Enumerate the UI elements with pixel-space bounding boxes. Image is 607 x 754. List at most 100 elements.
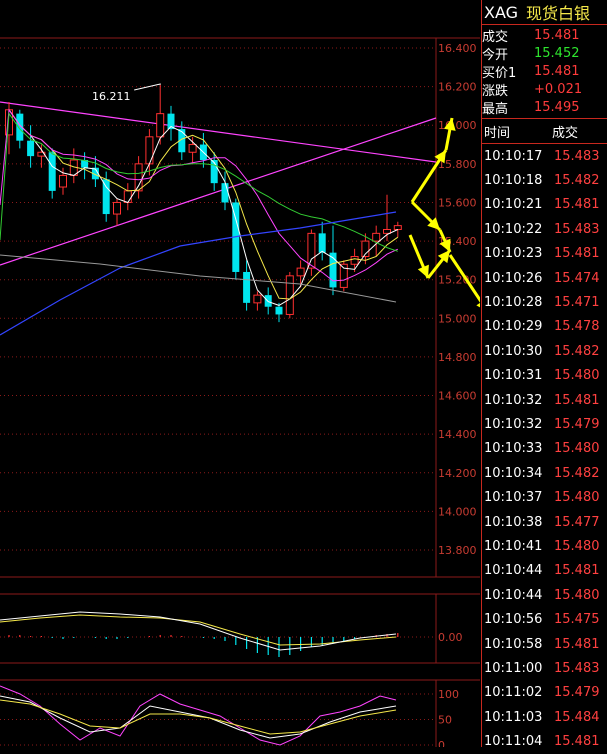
price-axis-label: 16.000 — [438, 119, 477, 132]
tick-row: 10:10:37 15.480 — [482, 485, 607, 509]
kdj-axis-label: 100 — [438, 688, 459, 701]
candle-body-up — [59, 174, 67, 188]
tick-price: 15.482 — [554, 343, 600, 359]
ma-line-gray — [0, 254, 397, 303]
tick-price: 15.478 — [554, 319, 600, 335]
quote-side-panel: XAG 现货白银 成交 15.481 今开 15.452 买价1 15.481 涨跌 +0.0… — [481, 0, 607, 749]
kdj-axis-label: 0 — [438, 739, 445, 747]
tick-row: 10:11:04 15.481 — [482, 729, 607, 753]
quote-label: 成交 — [482, 29, 509, 45]
tick-price: 15.481 — [554, 563, 600, 579]
tick-price: 15.480 — [554, 441, 600, 457]
tick-row: 10:10:34 15.482 — [482, 461, 607, 485]
tick-time: 10:10:29 — [484, 319, 543, 335]
tick-time: 10:10:32 — [484, 416, 543, 432]
high-annotation-label: 16.211 — [92, 90, 131, 103]
quote-row: 今开 15.452 — [482, 44, 607, 63]
tick-price: 15.484 — [554, 709, 600, 725]
quote-value: 15.481 — [534, 63, 580, 79]
quote-value: 15.481 — [534, 27, 580, 43]
price-axis-label: 15.600 — [438, 196, 477, 209]
quote-row: 买价1 15.481 — [482, 62, 607, 81]
tick-row: 10:10:17 15.483 — [482, 144, 607, 168]
tick-price: 15.481 — [554, 392, 600, 408]
candle-body-down — [27, 140, 35, 157]
candle-body-down — [48, 152, 56, 191]
ticks-header-time: 时间 — [484, 125, 511, 141]
candle-body-up — [156, 113, 165, 138]
quote-summary: 成交 15.481 今开 15.452 买价1 15.481 涨跌 +0.021 最高 15.49… — [482, 25, 607, 119]
instrument-title: XAG 现货白银 — [482, 0, 607, 25]
candle-body-up — [350, 256, 359, 265]
quote-label: 今开 — [482, 47, 509, 63]
quote-value: 15.452 — [534, 45, 580, 61]
candle-body-down — [275, 306, 283, 315]
tick-time: 10:10:37 — [484, 490, 543, 506]
kline-chart-svg[interactable]: 16.40016.20016.00015.80015.60015.40015.2… — [0, 0, 480, 747]
tick-row: 10:11:00 15.483 — [482, 656, 607, 680]
tick-row: 10:10:32 15.479 — [482, 412, 607, 436]
tick-price: 15.483 — [554, 221, 600, 237]
tick-time: 10:10:18 — [484, 173, 543, 189]
candle-body-down — [243, 271, 251, 303]
tick-list[interactable]: 10:10:17 15.483 10:10:18 15.482 10:10:21 15.4… — [482, 144, 607, 754]
tick-time: 10:10:41 — [484, 538, 543, 554]
price-axis-label: 15.000 — [438, 312, 477, 325]
tick-time: 10:10:28 — [484, 295, 543, 311]
tick-row: 10:10:56 15.475 — [482, 607, 607, 631]
candle-body-up — [134, 163, 143, 192]
tick-time: 10:10:17 — [484, 148, 543, 164]
instrument-symbol: XAG — [484, 2, 519, 22]
tick-price: 15.479 — [554, 416, 600, 432]
price-axis-label: 13.800 — [438, 544, 477, 557]
macd-dif-line — [0, 611, 397, 651]
quote-row: 最高 15.495 — [482, 98, 607, 117]
tick-price: 15.477 — [554, 514, 600, 530]
candle-body-down — [318, 233, 326, 253]
quote-row: 涨跌 +0.021 — [482, 80, 607, 99]
tick-price: 15.475 — [554, 612, 600, 628]
tick-time: 10:10:44 — [484, 563, 543, 579]
tick-row: 10:10:23 15.481 — [482, 242, 607, 266]
tick-time: 10:10:44 — [484, 587, 543, 603]
price-axis-label: 14.400 — [438, 428, 477, 441]
price-axis-label: 16.400 — [438, 42, 477, 55]
tick-time: 10:10:30 — [484, 343, 543, 359]
tick-row: 10:10:44 15.480 — [482, 583, 607, 607]
tick-price: 15.482 — [554, 173, 600, 189]
tick-row: 10:10:29 15.478 — [482, 315, 607, 339]
tick-row: 10:10:58 15.481 — [482, 632, 607, 656]
tick-price: 15.480 — [554, 587, 600, 603]
tick-time: 10:10:21 — [484, 197, 543, 213]
macd-dea-line — [0, 614, 397, 646]
candle-body-up — [307, 232, 316, 269]
tick-row: 10:10:21 15.481 — [482, 193, 607, 217]
candle-body-up — [113, 201, 121, 215]
tick-row: 10:10:44 15.481 — [482, 559, 607, 583]
candle-body-up — [393, 225, 402, 230]
kline-chart-area[interactable]: 16.400 16.200 16.000 15.800 15.600 15.400 15.2… — [0, 0, 480, 747]
quote-label: 买价1 — [482, 65, 517, 81]
tick-time: 10:10:58 — [484, 636, 543, 652]
ma-line-blue — [0, 211, 397, 336]
candle-body-up — [296, 267, 305, 277]
tick-time: 10:10:31 — [484, 368, 543, 384]
tick-row: 10:10:30 15.482 — [482, 339, 607, 363]
ticks-header: 时间 成交 — [482, 119, 607, 144]
tick-price: 15.479 — [554, 685, 600, 701]
candle-body-up — [145, 136, 154, 165]
tick-price: 15.481 — [554, 197, 600, 213]
tick-price: 15.480 — [554, 490, 600, 506]
kdj-k-line — [0, 695, 397, 739]
price-axis-label: 14.200 — [438, 467, 477, 480]
tick-row: 10:10:26 15.474 — [482, 266, 607, 290]
tick-price: 15.474 — [554, 270, 600, 286]
quote-value: 15.495 — [534, 99, 580, 115]
tick-price: 15.471 — [554, 295, 600, 311]
candle-body-up — [372, 232, 381, 242]
tick-time: 10:10:33 — [484, 441, 543, 457]
tick-time: 10:10:34 — [484, 465, 543, 481]
candle-body-down — [102, 179, 110, 215]
price-axis-label: 14.800 — [438, 351, 477, 364]
ma-line-magenta — [0, 108, 399, 282]
